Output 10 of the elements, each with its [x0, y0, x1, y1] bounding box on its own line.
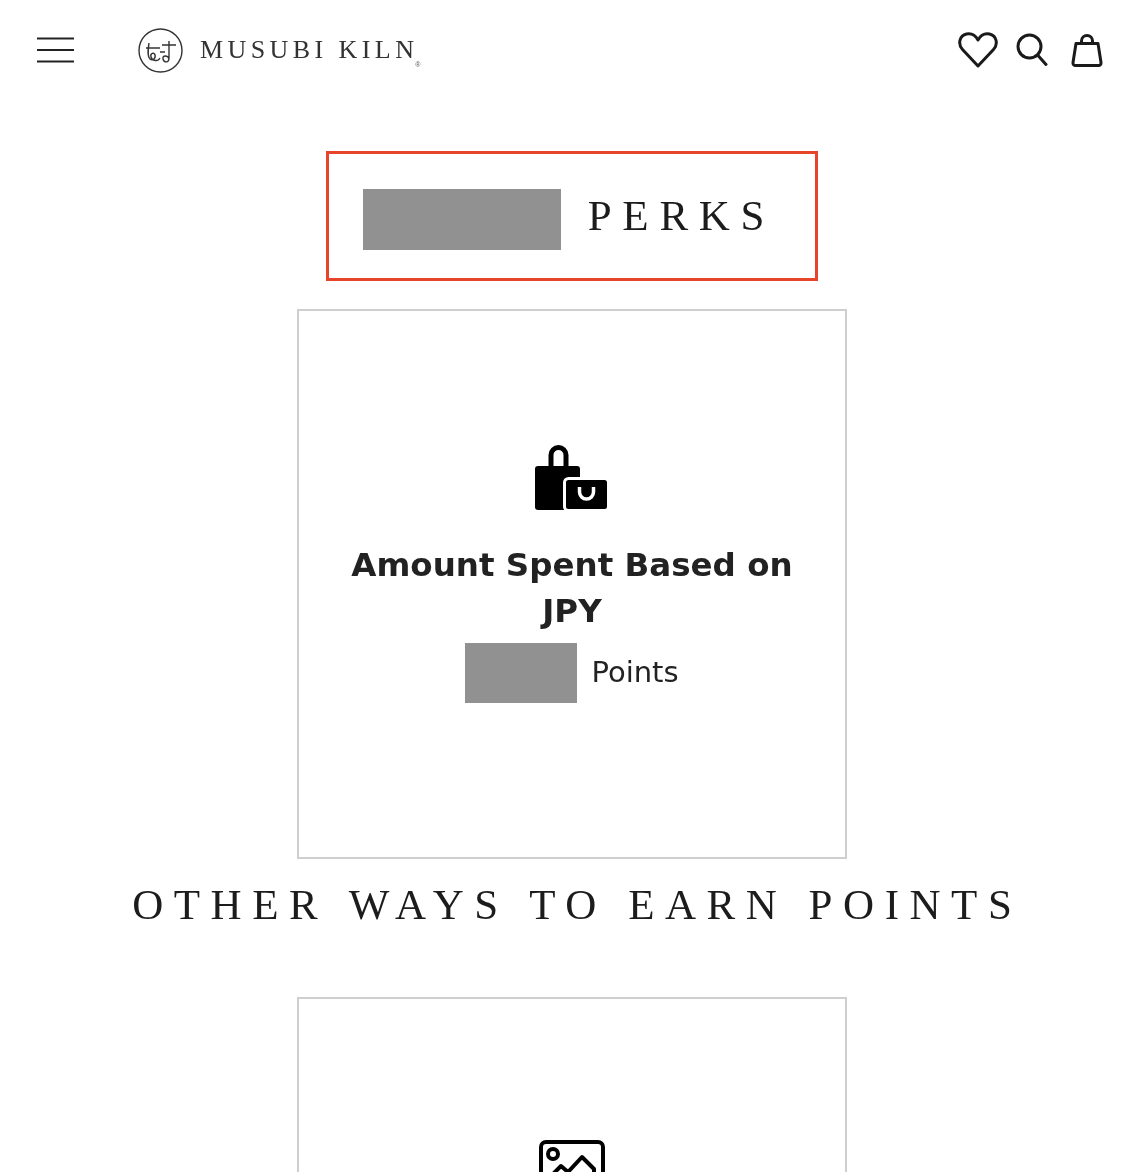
menu-icon[interactable]: [37, 37, 74, 63]
heart-icon[interactable]: [958, 32, 998, 68]
points-label: Points: [591, 654, 679, 692]
shopping-bags-icon: [534, 445, 610, 512]
search-icon[interactable]: [1016, 33, 1048, 67]
section-heading: OTHER WAYS TO EARN POINTS: [132, 880, 1023, 930]
perk-title: Amount Spent Based on JPY: [350, 545, 794, 632]
circle-logo-icon[interactable]: [138, 27, 183, 73]
page-title: PERKS: [587, 191, 776, 242]
shopping-bag-icon[interactable]: [1071, 33, 1103, 67]
